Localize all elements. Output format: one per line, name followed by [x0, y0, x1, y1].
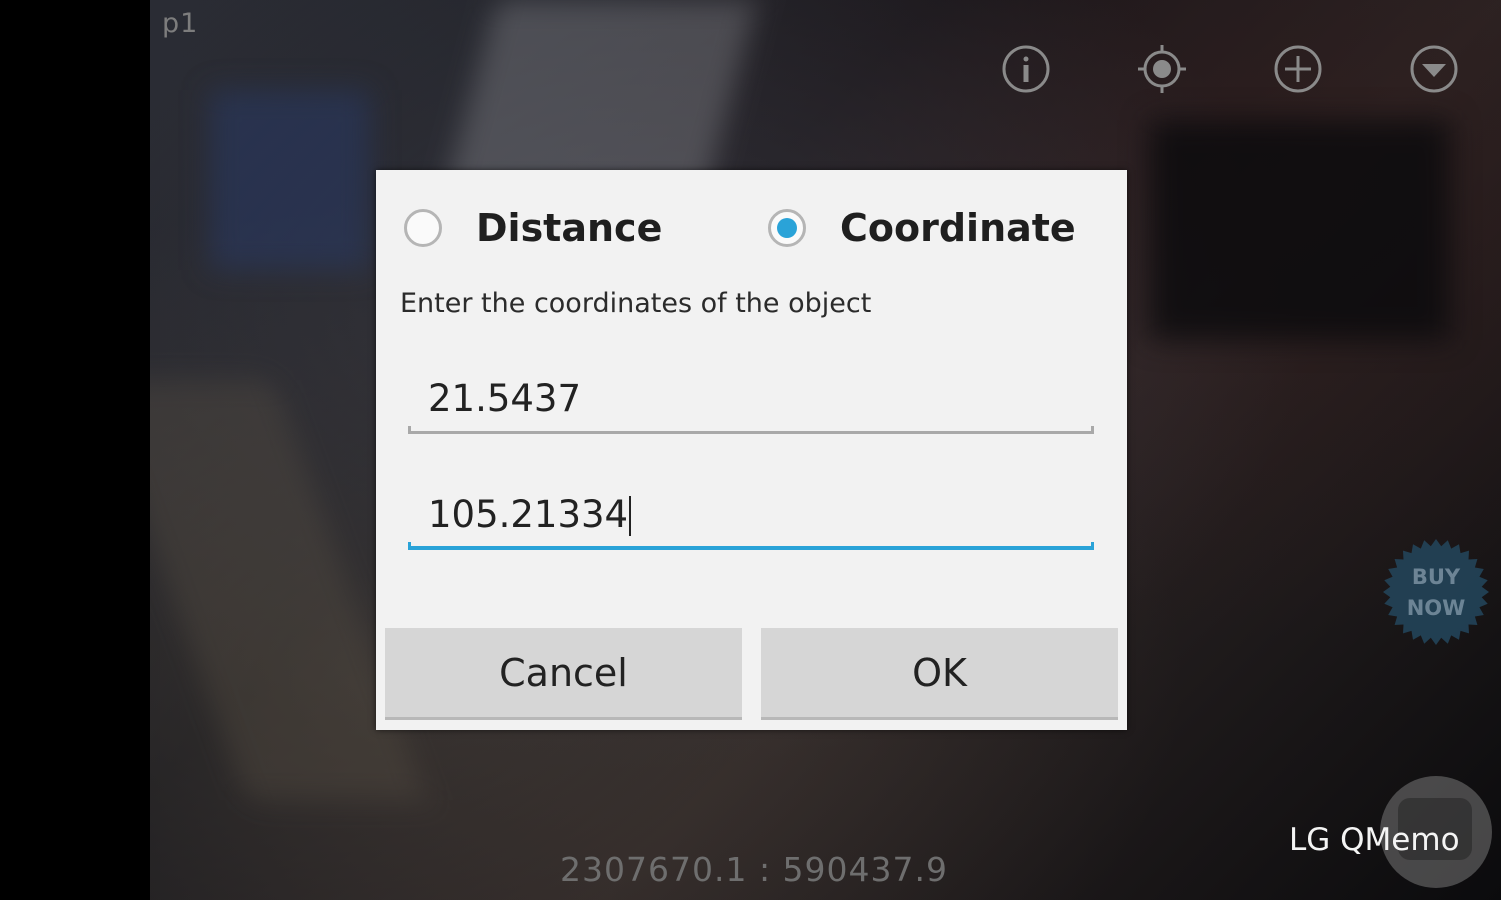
dialog-prompt: Enter the coordinates of the object [400, 288, 872, 319]
latitude-underline [408, 426, 1094, 434]
info-icon [1002, 45, 1050, 93]
distance-radio-label: Distance [476, 206, 663, 250]
dropdown-button[interactable] [1409, 44, 1459, 94]
cancel-button[interactable]: Cancel [385, 628, 742, 720]
latitude-value: 21.5437 [428, 377, 582, 420]
longitude-input[interactable]: 105.21334 [408, 486, 1094, 550]
buy-now-line2: NOW [1406, 596, 1466, 620]
latitude-input[interactable]: 21.5437 [408, 370, 1094, 434]
buy-now-badge[interactable]: BUY NOW [1382, 538, 1490, 646]
ok-button[interactable]: OK [761, 628, 1118, 720]
distance-radio-circle[interactable] [404, 209, 442, 247]
dropdown-icon [1410, 45, 1458, 93]
coordinate-dialog: Distance Coordinate Enter the coordinate… [376, 170, 1127, 730]
qmemo-label: LG QMemo [1289, 822, 1460, 858]
longitude-value: 105.21334 [428, 492, 629, 536]
add-button[interactable] [1273, 44, 1323, 94]
info-button[interactable] [1001, 44, 1051, 94]
coordinate-radio-label: Coordinate [840, 206, 1076, 250]
locate-icon [1138, 45, 1186, 93]
coordinates-readout: 2307670.1 : 590437.9 [560, 850, 949, 889]
longitude-underline [408, 542, 1094, 550]
page-label: p1 [162, 8, 199, 39]
buy-now-text: BUY NOW [1382, 562, 1490, 624]
text-caret [629, 496, 632, 536]
coordinate-radio[interactable]: Coordinate [768, 206, 1076, 250]
coordinate-radio-circle[interactable] [768, 209, 806, 247]
longitude-value-wrap: 105.21334 [428, 492, 632, 536]
locate-button[interactable] [1137, 44, 1187, 94]
add-icon [1274, 45, 1322, 93]
distance-radio[interactable]: Distance [404, 206, 662, 250]
buy-now-line1: BUY [1411, 565, 1461, 589]
